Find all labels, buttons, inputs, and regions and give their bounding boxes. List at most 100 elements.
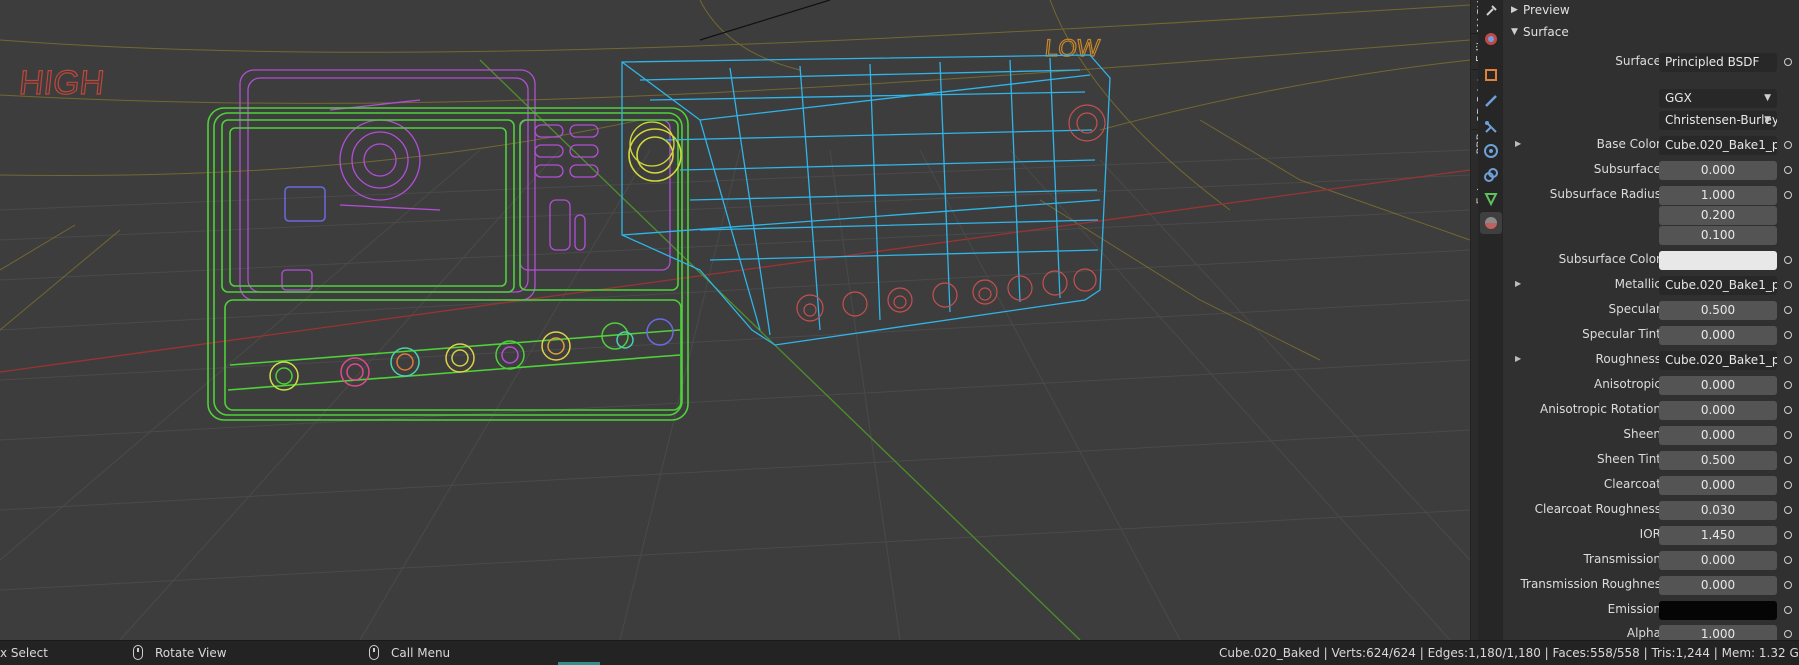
expand-arrow-icon[interactable]: ▶	[1515, 139, 1521, 148]
high-poly-mesh	[207, 69, 689, 421]
mouse-right-icon	[369, 645, 379, 660]
object-icon[interactable]	[1480, 64, 1502, 86]
socket-icon[interactable]	[1784, 166, 1792, 174]
distribution-row: GGX ▼	[1503, 86, 1799, 110]
alpha-field[interactable]: 1.000	[1659, 625, 1777, 640]
socket-icon[interactable]	[1784, 191, 1792, 199]
distribution-dropdown[interactable]: GGX ▼	[1659, 89, 1777, 108]
anisotropic-field[interactable]: 0.000	[1659, 376, 1777, 395]
world-icon[interactable]	[1480, 28, 1502, 50]
properties-tab-column	[1478, 0, 1503, 640]
metallic-row: ▶ Metallic Cube.020_Bake1_pb..	[1503, 273, 1799, 297]
subsurface-radius-z-field[interactable]: 0.100	[1659, 226, 1777, 245]
sheen-tint-field[interactable]: 0.500	[1659, 451, 1777, 470]
specular-tint-field[interactable]: 0.000	[1659, 326, 1777, 345]
socket-icon[interactable]	[1784, 281, 1792, 289]
modifier-icon[interactable]	[1480, 90, 1502, 112]
3d-viewport[interactable]: HIGH LOW	[0, 0, 1470, 640]
particles-icon[interactable]	[1480, 116, 1502, 138]
socket-icon[interactable]	[1784, 306, 1792, 314]
specular-value: 0.500	[1700, 303, 1736, 317]
socket-icon[interactable]	[1784, 406, 1792, 414]
socket-icon[interactable]	[1784, 58, 1792, 66]
subsurface-method-value: Christensen-Burley	[1665, 113, 1777, 127]
anisotropic-rotation-label: Anisotropic Rotation	[1539, 402, 1661, 416]
tool-icon[interactable]	[1480, 0, 1502, 22]
label-high: HIGH	[17, 64, 106, 102]
socket-icon[interactable]	[1784, 481, 1792, 489]
preview-section-label: Preview	[1523, 3, 1570, 17]
socket-icon[interactable]	[1784, 581, 1792, 589]
constraints-icon[interactable]	[1480, 164, 1502, 186]
roughness-value: Cube.020_Bake1_pb..	[1665, 353, 1777, 367]
subsurface-label: Subsurface	[1593, 162, 1661, 176]
subsurface-field[interactable]: 0.000	[1659, 161, 1777, 180]
sheen-tint-value: 0.500	[1700, 453, 1736, 467]
physics-icon[interactable]	[1480, 140, 1502, 162]
status-bar: x Select Rotate View Call Menu Cube.020_…	[0, 640, 1799, 665]
roughness-row: ▶ Roughness Cube.020_Bake1_pb..	[1503, 348, 1799, 372]
ior-label: IOR	[1639, 527, 1661, 541]
metallic-field[interactable]: Cube.020_Bake1_pb..	[1659, 276, 1777, 295]
transmission-roughness-label: Transmission Roughnes	[1520, 577, 1661, 591]
surface-section-label: Surface	[1523, 25, 1569, 39]
surface-section-header[interactable]: ▼ Surface	[1503, 22, 1799, 42]
data-icon[interactable]	[1480, 188, 1502, 210]
roughness-label: Roughness	[1595, 352, 1661, 366]
subsurface-method-dropdown[interactable]: Christensen-Burley ▼	[1659, 111, 1777, 130]
socket-icon[interactable]	[1784, 606, 1792, 614]
low-poly-mesh	[621, 54, 1111, 346]
surface-shader-value: Principled BSDF	[1665, 55, 1760, 69]
clearcoat-field[interactable]: 0.000	[1659, 476, 1777, 495]
scene-statistics: Cube.020_Baked | Verts:624/624 | Edges:1…	[1219, 646, 1799, 660]
chevron-down-icon: ▼	[1764, 93, 1771, 103]
socket-icon[interactable]	[1784, 506, 1792, 514]
clearcoat-roughness-field[interactable]: 0.030	[1659, 501, 1777, 520]
base-color-field[interactable]: Cube.020_Bake1_pb..	[1659, 136, 1777, 155]
transmission-roughness-row: Transmission Roughnes 0.000	[1503, 573, 1799, 597]
socket-icon[interactable]	[1784, 456, 1792, 464]
socket-icon[interactable]	[1784, 331, 1792, 339]
sheen-tint-label: Sheen Tint	[1596, 452, 1661, 466]
expand-arrow-icon[interactable]: ▶	[1515, 354, 1521, 363]
anisotropic-rotation-row: Anisotropic Rotation 0.000	[1503, 398, 1799, 422]
ior-row: IOR 1.450	[1503, 523, 1799, 547]
x-axis-line	[0, 169, 1470, 373]
transmission-roughness-field[interactable]: 0.000	[1659, 576, 1777, 595]
sheen-tint-row: Sheen Tint 0.500	[1503, 448, 1799, 472]
sheen-label: Sheen	[1623, 427, 1661, 441]
mouse-middle-icon	[133, 645, 143, 660]
ior-value: 1.450	[1700, 528, 1736, 542]
socket-icon[interactable]	[1784, 256, 1792, 264]
socket-icon[interactable]	[1784, 630, 1792, 638]
alpha-value: 1.000	[1700, 627, 1736, 640]
expanded-arrow-icon: ▼	[1511, 27, 1518, 37]
sheen-field[interactable]: 0.000	[1659, 426, 1777, 445]
ior-field[interactable]: 1.450	[1659, 526, 1777, 545]
subsurface-color-row: Subsurface Color	[1503, 248, 1799, 272]
material-icon[interactable]	[1480, 212, 1502, 234]
specular-field[interactable]: 0.500	[1659, 301, 1777, 320]
viewport-scene: HIGH LOW	[0, 0, 1470, 640]
anisotropic-rotation-field[interactable]: 0.000	[1659, 401, 1777, 420]
chevron-down-icon: ▼	[1764, 115, 1771, 125]
transmission-row: Transmission 0.000	[1503, 548, 1799, 572]
socket-icon[interactable]	[1784, 556, 1792, 564]
socket-icon[interactable]	[1784, 356, 1792, 364]
sheen-row: Sheen 0.000	[1503, 423, 1799, 447]
socket-icon[interactable]	[1784, 531, 1792, 539]
emission-color-swatch[interactable]	[1659, 601, 1777, 620]
socket-icon[interactable]	[1784, 431, 1792, 439]
expand-arrow-icon[interactable]: ▶	[1515, 279, 1521, 288]
subsurface-color-swatch[interactable]	[1659, 251, 1777, 270]
roughness-field[interactable]: Cube.020_Bake1_pb..	[1659, 351, 1777, 370]
socket-icon[interactable]	[1784, 141, 1792, 149]
preview-section-header[interactable]: ▶ Preview	[1503, 0, 1799, 20]
surface-shader-field[interactable]: Principled BSDF	[1659, 53, 1777, 72]
socket-icon[interactable]	[1784, 381, 1792, 389]
transmission-field[interactable]: 0.000	[1659, 551, 1777, 570]
clearcoat-roughness-row: Clearcoat Roughness 0.030	[1503, 498, 1799, 522]
specular-row: Specular 0.500	[1503, 298, 1799, 322]
specular-tint-label: Specular Tint	[1582, 327, 1661, 341]
emission-label: Emission	[1607, 602, 1661, 616]
